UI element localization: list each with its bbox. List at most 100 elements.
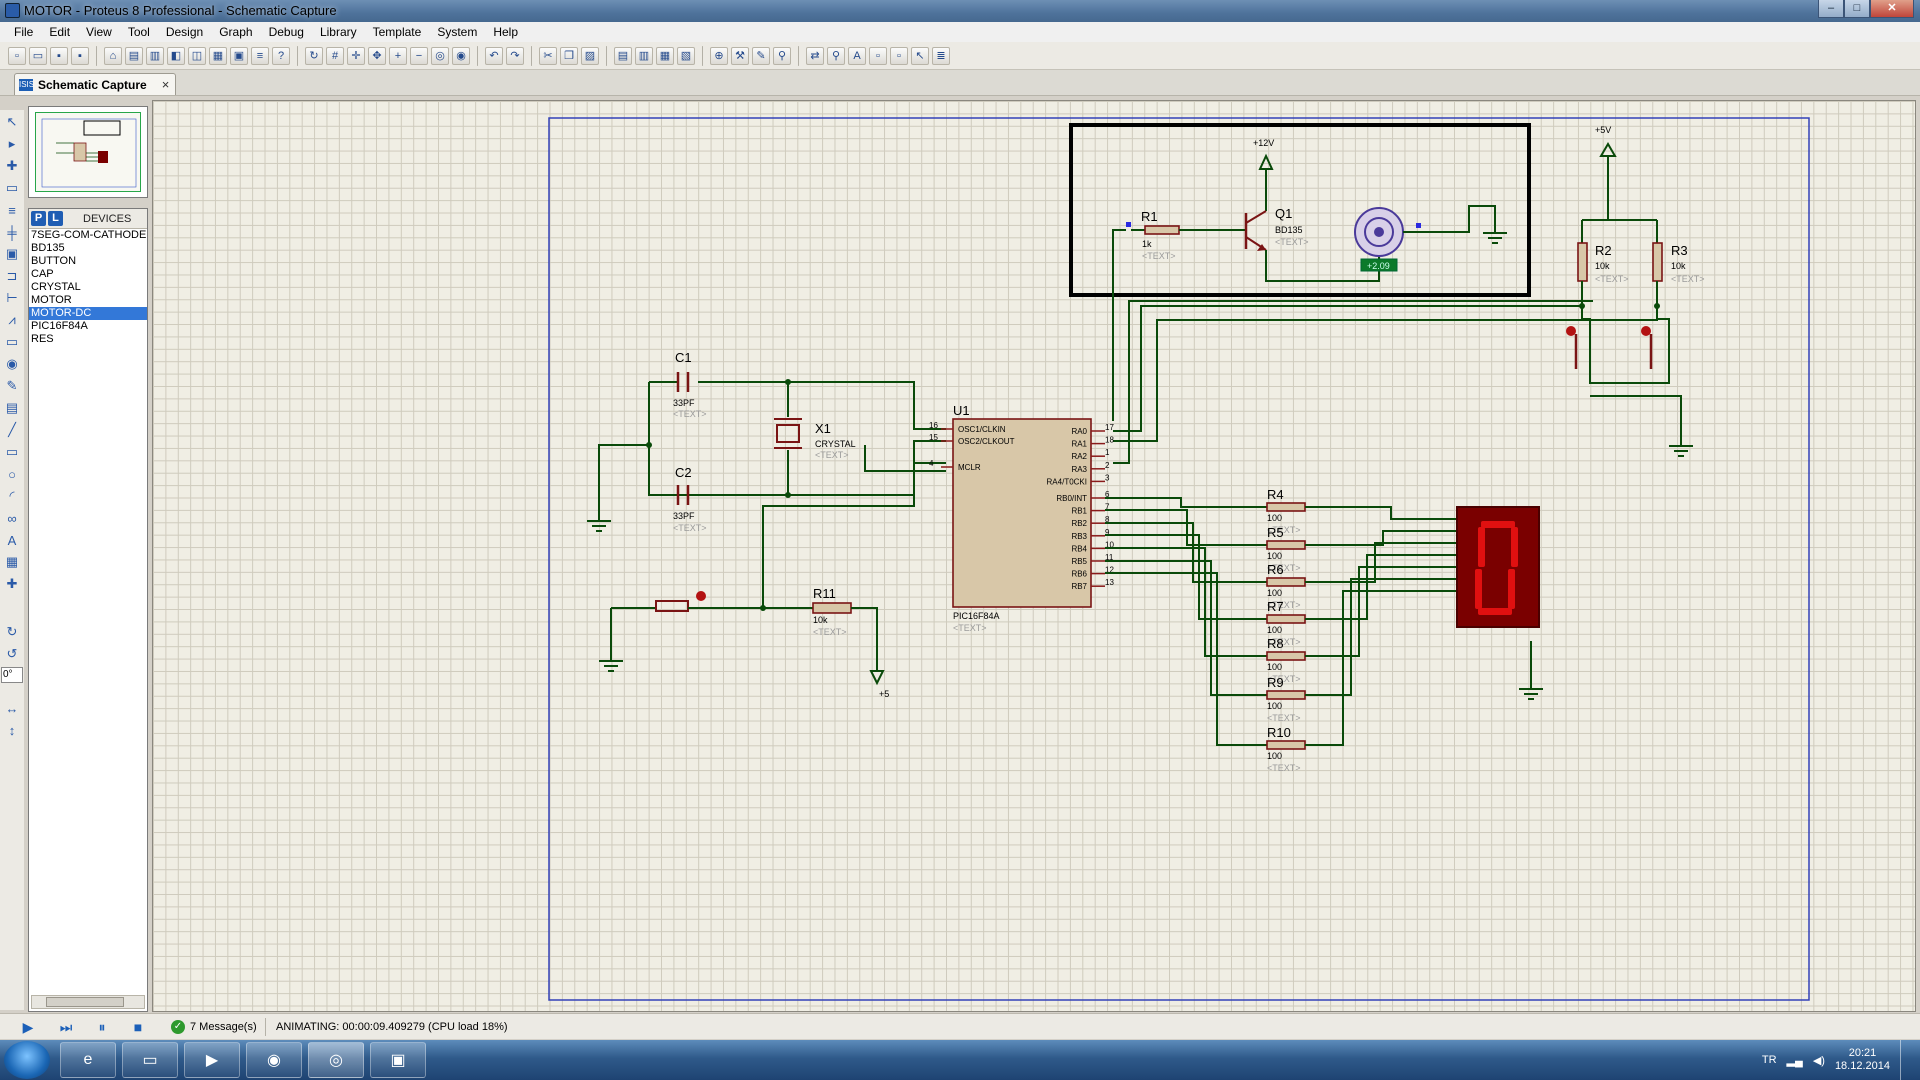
start-button[interactable] — [4, 1041, 50, 1079]
minimize-button[interactable]: ‒ — [1818, 0, 1844, 18]
virtual-instruments-icon[interactable]: ▤ — [4, 400, 20, 416]
pause-icon[interactable]: ⏸ — [94, 1019, 110, 1035]
menu-file[interactable]: File — [6, 25, 41, 39]
rotate-clockwise-icon[interactable]: ↻ — [4, 624, 20, 640]
window-task-icon[interactable]: ▣ — [370, 1042, 426, 1078]
arc-tool-icon[interactable]: ◜ — [4, 488, 20, 504]
device-list-item[interactable]: BD135 — [29, 242, 147, 255]
block-rotate-icon[interactable]: ▦ — [656, 46, 674, 65]
tape-recorder-icon[interactable]: ▭ — [4, 334, 20, 350]
messages-indicator[interactable]: ✓ 7 Message(s) — [168, 1018, 266, 1036]
cut-icon[interactable]: ✂ — [539, 46, 557, 65]
zoom-in-icon[interactable]: + — [389, 46, 407, 65]
maximize-button[interactable]: □ — [1844, 0, 1870, 18]
network-icon[interactable]: ▂▄ — [1787, 1054, 1803, 1067]
exit-to-parent-icon[interactable]: ↖ — [911, 46, 929, 65]
pan-icon[interactable]: ✥ — [368, 46, 386, 65]
mirror-vertical-icon[interactable]: ↕ — [4, 722, 20, 738]
device-list-scrollbar[interactable] — [31, 995, 145, 1009]
schematic-canvas[interactable]: +12V R1 1k <TEXT> Q1 BD135 <TEXT> +2.09 — [152, 100, 1916, 1012]
rotation-angle-field[interactable]: 0° — [1, 667, 23, 683]
zoom-out-icon[interactable]: − — [410, 46, 428, 65]
origin-icon[interactable]: ✛ — [347, 46, 365, 65]
paste-icon[interactable]: ▨ — [581, 46, 599, 65]
menu-view[interactable]: View — [78, 25, 120, 39]
step-icon[interactable]: ⏭ — [58, 1019, 74, 1035]
selection-mode-icon[interactable]: ↖ — [4, 114, 20, 130]
source-code-icon[interactable]: ▣ — [230, 46, 248, 65]
symbol-tool-icon[interactable]: ▦ — [4, 554, 20, 570]
remove-sheet-icon[interactable]: ▫ — [890, 46, 908, 65]
make-device-icon[interactable]: ⚒ — [731, 46, 749, 65]
rotate-anticlockwise-icon[interactable]: ↺ — [4, 646, 20, 662]
overview-viewport[interactable] — [35, 112, 141, 192]
device-list-item[interactable]: CRYSTAL — [29, 281, 147, 294]
tab-schematic-capture[interactable]: ISIS Schematic Capture × — [14, 73, 176, 95]
menu-system[interactable]: System — [429, 25, 485, 39]
menu-graph[interactable]: Graph — [211, 25, 260, 39]
zoom-all-icon[interactable]: ◎ — [431, 46, 449, 65]
tab-close-icon[interactable]: × — [162, 77, 170, 92]
decompose-icon[interactable]: ⚲ — [773, 46, 791, 65]
wire-label-icon[interactable]: ▭ — [4, 180, 20, 196]
packaging-tool-icon[interactable]: ✎ — [752, 46, 770, 65]
text-script-icon[interactable]: ≡ — [4, 202, 20, 218]
chrome-icon[interactable]: ◉ — [246, 1042, 302, 1078]
zoom-area-icon[interactable]: ◉ — [452, 46, 470, 65]
graph-icon[interactable]: ⩘ — [4, 312, 20, 328]
block-delete-icon[interactable]: ▧ — [677, 46, 695, 65]
path-tool-icon[interactable]: ∞ — [4, 510, 20, 526]
close-window-button[interactable]: ✕ — [1870, 0, 1914, 18]
device-list-item[interactable]: CAP — [29, 268, 147, 281]
box-tool-icon[interactable]: ▭ — [4, 444, 20, 460]
line-tool-icon[interactable]: ╱ — [4, 422, 20, 438]
new-file-icon[interactable]: ▫ — [8, 46, 26, 65]
circle-tool-icon[interactable]: ○ — [4, 466, 20, 482]
property-tool-icon[interactable]: A — [848, 46, 866, 65]
gerber-icon[interactable]: ◫ — [188, 46, 206, 65]
save-icon[interactable]: ▪ — [50, 46, 68, 65]
device-list-item[interactable]: BUTTON — [29, 255, 147, 268]
menu-library[interactable]: Library — [312, 25, 365, 39]
library-manager-button[interactable]: L — [48, 211, 63, 226]
undo-icon[interactable]: ↶ — [485, 46, 503, 65]
notes-icon[interactable]: ≡ — [251, 46, 269, 65]
show-desktop-button[interactable] — [1900, 1040, 1910, 1080]
device-list-item[interactable]: MOTOR — [29, 294, 147, 307]
text-tool-icon[interactable]: A — [4, 532, 20, 548]
junction-dot-icon[interactable]: ✚ — [4, 158, 20, 174]
marker-tool-icon[interactable]: ✚ — [4, 576, 20, 592]
device-list-item[interactable]: MOTOR-DC — [29, 307, 147, 320]
block-move-icon[interactable]: ▥ — [635, 46, 653, 65]
component-mode-icon[interactable]: ▸ — [4, 136, 20, 152]
ie-icon[interactable]: e — [60, 1042, 116, 1078]
block-copy-icon[interactable]: ▤ — [614, 46, 632, 65]
media-player-icon[interactable]: ▶ — [184, 1042, 240, 1078]
scrollbar-thumb[interactable] — [46, 997, 124, 1007]
device-pins-icon[interactable]: ⊢ — [4, 290, 20, 306]
device-list-item[interactable]: 7SEG-COM-CATHODE — [29, 229, 147, 242]
wire-autorouter-icon[interactable]: ⇄ — [806, 46, 824, 65]
schematic-icon[interactable]: ▤ — [125, 46, 143, 65]
home-icon[interactable]: ⌂ — [104, 46, 122, 65]
generator-icon[interactable]: ◉ — [4, 356, 20, 372]
bom-icon[interactable]: ▦ — [209, 46, 227, 65]
pcb-icon[interactable]: ▥ — [146, 46, 164, 65]
overview-window[interactable] — [28, 106, 148, 198]
open-folder-icon[interactable]: ▭ — [29, 46, 47, 65]
menu-edit[interactable]: Edit — [41, 25, 78, 39]
save-all-icon[interactable]: ▪ — [71, 46, 89, 65]
refresh-icon[interactable]: ↻ — [305, 46, 323, 65]
menu-tool[interactable]: Tool — [120, 25, 158, 39]
3d-view-icon[interactable]: ◧ — [167, 46, 185, 65]
netlist-icon[interactable]: ≣ — [932, 46, 950, 65]
bus-icon[interactable]: ╪ — [4, 224, 20, 240]
language-indicator[interactable]: TR — [1762, 1054, 1777, 1066]
play-icon[interactable]: ▶ — [20, 1019, 36, 1035]
clock[interactable]: 20:21 18.12.2014 — [1835, 1047, 1890, 1073]
grid-icon[interactable]: # — [326, 46, 344, 65]
menu-design[interactable]: Design — [158, 25, 211, 39]
stop-icon[interactable]: ■ — [130, 1019, 146, 1035]
menu-debug[interactable]: Debug — [261, 25, 312, 39]
new-sheet-icon[interactable]: ▫ — [869, 46, 887, 65]
